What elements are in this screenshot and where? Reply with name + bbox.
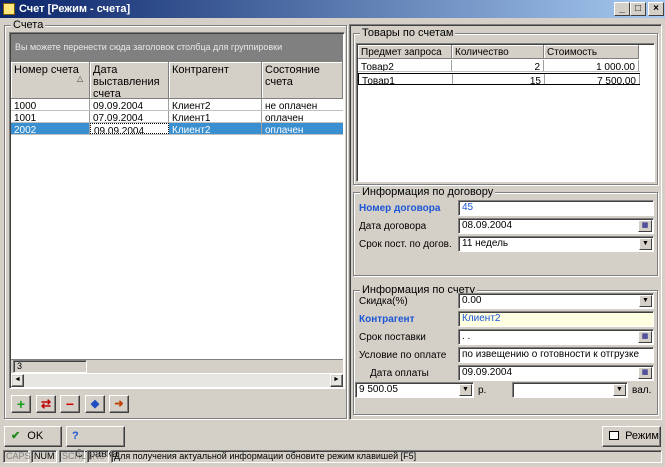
contract-term-label: Срок пост. по догов. — [359, 239, 452, 250]
goods-grid: Предмет запроса Количество Стоимость Тов… — [356, 43, 655, 182]
invoices-header: Номер счета △ Дата выставления счета Кон… — [11, 62, 343, 100]
delivery-term-field[interactable]: . . ▦ — [458, 329, 654, 345]
close-button[interactable]: × — [648, 2, 664, 16]
contract-number-label: Номер договора — [359, 203, 441, 214]
group-by-hint: Вы можете перенести сюда заголовок столб… — [15, 42, 283, 52]
invoices-grid: Вы можете перенести сюда заголовок столб… — [9, 32, 345, 389]
scroll-right-button[interactable]: ► — [330, 374, 343, 387]
status-message: Для получения актуальной информации обно… — [111, 450, 662, 463]
col-date[interactable]: Дата выставления счета — [90, 62, 169, 100]
goods-header: Предмет запроса Количество Стоимость — [358, 45, 654, 59]
scrl-indicator: SCRL — [59, 450, 86, 463]
remove-button[interactable]: − — [60, 395, 80, 413]
invoices-group-title: Счета — [11, 19, 46, 31]
discount-select[interactable]: 0.00 ▼ — [458, 293, 654, 309]
col-cost[interactable]: Стоимость — [544, 45, 639, 59]
invoices-body: 1000 09.09.2004 Клиент2 не оплачен 1001 … — [11, 99, 343, 159]
window-title: Счет [Режим - счета] — [19, 3, 131, 15]
swap-button[interactable]: ⇄ — [36, 395, 56, 413]
record-count: 3 — [13, 360, 87, 373]
mode-label: Режим — [625, 430, 659, 442]
table-row[interactable]: Товар2 2 1 000.00 — [358, 60, 640, 72]
currency-label: р. — [478, 385, 487, 396]
goods-group-title: Товары по счетам — [360, 27, 456, 39]
delivery-term-label: Срок поставки — [359, 332, 426, 343]
num-indicator: NUM — [31, 450, 57, 463]
export-button[interactable]: ➜ — [109, 395, 129, 413]
group-by-panel: Вы можете перенести сюда заголовок столб… — [11, 34, 343, 63]
chevron-down-icon[interactable]: ▼ — [459, 384, 472, 396]
val-label: вал. — [632, 385, 652, 396]
chevron-down-icon[interactable]: ▼ — [639, 238, 652, 250]
help-button[interactable]: ? Справка — [66, 426, 125, 460]
table-row[interactable]: 1000 09.09.2004 Клиент2 не оплачен — [11, 99, 343, 111]
contract-number-field[interactable]: 45 — [458, 200, 654, 216]
calendar-icon[interactable]: ▦ — [638, 367, 652, 379]
col-counterparty[interactable]: Контрагент — [169, 62, 262, 99]
window-icon — [3, 3, 15, 15]
mode-button[interactable]: Режим — [602, 426, 661, 447]
calendar-icon[interactable]: ▦ — [638, 331, 652, 343]
counterparty-field[interactable]: Клиент2 — [458, 311, 654, 327]
title-bar: Счет [Режим - счета] _ □ × — [0, 0, 665, 18]
payment-condition-field[interactable]: по извещению о готовности к отгрузке — [458, 347, 654, 363]
contract-group-title: Информация по договору — [360, 186, 496, 198]
grid-footer: 3 — [11, 359, 343, 373]
sum-select[interactable]: 9 500.05 ▼ — [355, 382, 474, 398]
mode-icon — [609, 431, 619, 440]
horizontal-scrollbar[interactable]: ◄ ► — [11, 374, 343, 387]
col-item[interactable]: Предмет запроса — [358, 45, 452, 59]
refresh-button[interactable]: ◆ — [85, 395, 105, 413]
payment-date-field[interactable]: 09.09.2004 ▦ — [458, 365, 654, 381]
maximize-button[interactable]: □ — [630, 2, 646, 16]
contract-date-label: Дата договора — [359, 221, 427, 232]
ok-button[interactable]: ✔ OK — [4, 426, 62, 447]
table-row[interactable]: Товар1 15 7 500.00 — [358, 73, 640, 85]
ins-indicator: INS — [87, 450, 109, 463]
calendar-icon[interactable]: ▦ — [638, 220, 652, 232]
minimize-button[interactable]: _ — [614, 2, 630, 16]
chevron-down-icon[interactable]: ▼ — [639, 295, 652, 307]
help-icon: ? — [72, 430, 79, 442]
caps-indicator: CAPS — [3, 450, 31, 463]
table-row-selected[interactable]: 2002 09.09.2004 Клиент2 оплачен — [11, 123, 343, 135]
col-quantity[interactable]: Количество — [452, 45, 544, 59]
counterparty-label: Контрагент — [359, 314, 415, 325]
chevron-down-icon[interactable]: ▼ — [613, 384, 626, 396]
contract-date-field[interactable]: 08.09.2004 ▦ — [458, 218, 654, 234]
col-number[interactable]: Номер счета △ — [11, 62, 90, 99]
contract-term-select[interactable]: 11 недель ▼ — [458, 236, 654, 252]
add-button[interactable]: + — [11, 395, 31, 413]
scroll-left-button[interactable]: ◄ — [11, 374, 24, 387]
discount-label: Скидка(%) — [359, 296, 408, 307]
table-row[interactable]: 1001 07.09.2004 Клиент1 оплачен — [11, 111, 343, 123]
ok-label: OK — [27, 430, 44, 442]
currency-select[interactable]: ▼ — [512, 382, 628, 398]
col-status[interactable]: Состояние счета — [262, 62, 343, 99]
payment-condition-label: Условие по оплате — [359, 350, 447, 361]
sort-asc-icon: △ — [77, 74, 84, 83]
payment-date-label: Дата оплаты — [370, 368, 429, 379]
check-icon: ✔ — [11, 430, 21, 442]
